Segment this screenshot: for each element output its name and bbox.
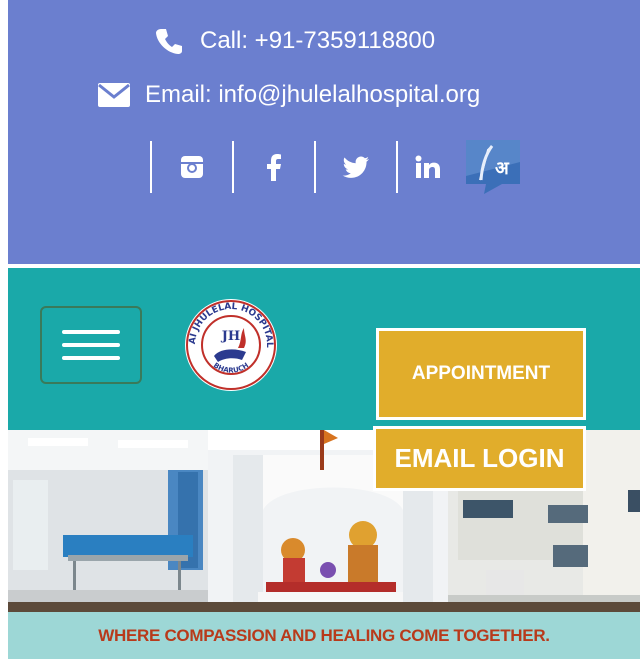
linkedin-icon[interactable] — [398, 141, 458, 193]
hamburger-line — [62, 356, 120, 360]
social-links: अ — [150, 140, 528, 194]
instagram-icon[interactable] — [152, 141, 232, 193]
facebook-icon[interactable] — [234, 141, 314, 193]
appointment-button[interactable]: APPOINTMENT — [376, 328, 586, 420]
svg-text:अ: अ — [495, 158, 510, 179]
hero-tagline: WHERE COMPASSION AND HEALING COME TOGETH… — [98, 625, 550, 645]
logo-monogram: JH — [221, 329, 240, 344]
call-row[interactable]: Call: +91-7359118800 — [152, 26, 435, 56]
language-translate-icon[interactable]: अ — [458, 140, 528, 194]
envelope-icon — [97, 80, 131, 110]
menu-toggle-button[interactable] — [40, 306, 142, 384]
hamburger-line — [62, 343, 120, 347]
phone-icon — [152, 26, 186, 56]
email-login-button[interactable]: EMAIL LOGIN — [373, 426, 586, 491]
email-row[interactable]: Email: info@jhulelalhospital.org — [97, 80, 480, 110]
twitter-icon[interactable] — [316, 141, 396, 193]
hospital-logo[interactable]: JAI JHULELAL HOSPITAL BHARUCH JH — [184, 298, 278, 392]
hamburger-line — [62, 330, 120, 334]
email-text: Email: info@jhulelalhospital.org — [145, 81, 481, 108]
call-text: Call: +91-7359118800 — [200, 27, 436, 54]
